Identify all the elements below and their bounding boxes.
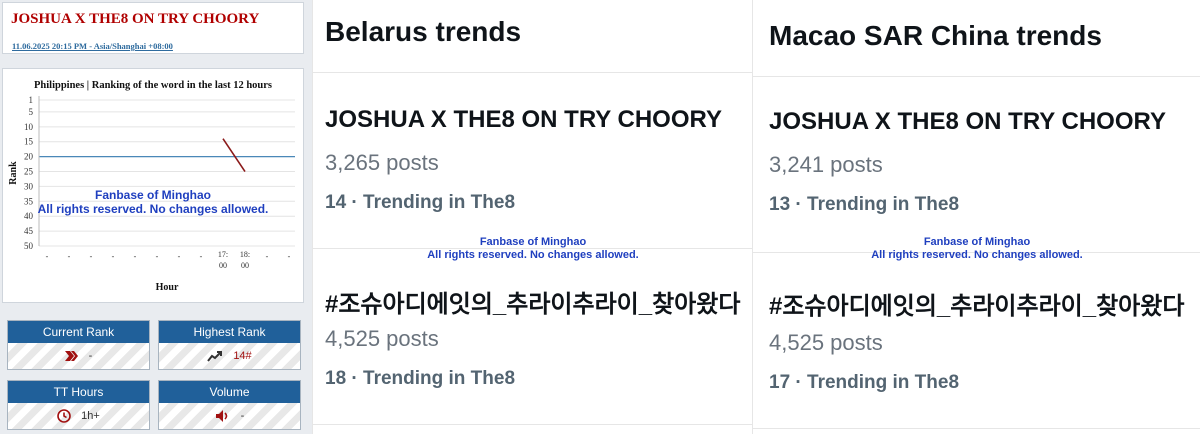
- x-axis-title: Hour: [156, 282, 179, 293]
- timestamp-link[interactable]: 11.06.2025 20:15 PM - Asia/Shanghai +08:…: [12, 41, 173, 51]
- x-tick-label: -: [178, 252, 181, 261]
- y-tick-label: 45: [24, 226, 34, 236]
- header-box: JOSHUA X THE8 ON TRY CHOORY 11.06.2025 2…: [2, 2, 304, 54]
- chart-title: Philippines | Ranking of the word in the…: [34, 80, 272, 91]
- chart-watermark: Fanbase of Minghao All rights reserved. …: [3, 188, 303, 216]
- current-rank-tile: Current Rank -: [7, 320, 150, 370]
- trend-meta: 17 · Trending in The8: [769, 372, 960, 393]
- divider: [313, 424, 752, 425]
- ranking-panel: JOSHUA X THE8 ON TRY CHOORY 11.06.2025 2…: [0, 0, 312, 434]
- x-tick-label: -: [156, 252, 159, 261]
- y-tick-label: 10: [24, 122, 34, 132]
- watermark-line1: Fanbase of Minghao: [923, 236, 1031, 248]
- trend-posts: 4,525 posts: [325, 326, 439, 351]
- tt-hours-label: TT Hours: [8, 381, 149, 403]
- current-rank-value: -: [88, 350, 93, 362]
- trend-title: JOSHUA X THE8 ON TRY CHOORY: [11, 11, 260, 27]
- macao-heading: Macao SAR China trends: [769, 20, 1102, 51]
- x-tick-label: -: [112, 252, 115, 261]
- y-axis-title: Rank: [8, 161, 19, 185]
- trend-name[interactable]: #조슈아디에잇의_추라이추라이_찾아왔다: [769, 286, 1184, 321]
- highest-rank-label: Highest Rank: [159, 321, 300, 343]
- x-tick-label: -: [46, 252, 49, 261]
- watermark: Fanbase of Minghao All rights reserved. …: [753, 236, 1200, 262]
- divider: [753, 428, 1200, 429]
- rank-chart: Philippines | Ranking of the word in the…: [2, 68, 304, 303]
- x-tick-label: -: [200, 252, 203, 261]
- trend-name[interactable]: JOSHUA X THE8 ON TRY CHOORY: [769, 108, 1166, 136]
- trend-meta: 14 · Trending in The8: [325, 192, 516, 213]
- y-tick-label: 1: [29, 95, 34, 105]
- x-tick-label: 18:: [240, 250, 250, 259]
- rank-chart-svg: Philippines | Ranking of the word in the…: [8, 80, 295, 293]
- speaker-icon: [215, 409, 231, 423]
- trend-posts: 4,525 posts: [769, 330, 883, 355]
- x-tick-label: -: [266, 252, 269, 261]
- watermark-line2: All rights reserved. No changes allowed.: [427, 249, 639, 261]
- trend-posts: 3,265 posts: [325, 150, 439, 175]
- watermark-line2: All rights reserved. No changes allowed.: [871, 249, 1083, 261]
- divider: [753, 76, 1200, 77]
- trend-posts: 3,241 posts: [769, 152, 883, 177]
- tt-hours-tile: TT Hours 1h+: [7, 380, 150, 430]
- trending-up-icon: [207, 350, 223, 362]
- current-rank-label: Current Rank: [8, 321, 149, 343]
- y-tick-label: 20: [24, 152, 34, 162]
- y-tick-label: 15: [24, 137, 34, 147]
- trend-meta: 13 · Trending in The8: [769, 194, 960, 215]
- highest-rank-value: 14#: [233, 350, 252, 362]
- chart-watermark-line1: Fanbase of Minghao: [94, 188, 211, 202]
- volume-label: Volume: [159, 381, 300, 403]
- trend-name[interactable]: JOSHUA X THE8 ON TRY CHOORY: [325, 106, 722, 134]
- belarus-trends-panel: Belarus trends JOSHUA X THE8 ON TRY CHOO…: [312, 0, 752, 434]
- y-tick-label: 50: [24, 241, 34, 251]
- tt-hours-value: 1h+: [81, 410, 100, 422]
- x-tick-label: -: [134, 252, 137, 261]
- clock-icon: [57, 409, 71, 423]
- belarus-heading: Belarus trends: [325, 16, 522, 47]
- macao-trends-panel: Macao SAR China trends JOSHUA X THE8 ON …: [752, 0, 1200, 434]
- chart-watermark-line2: All rights reserved. No changes allowed.: [37, 202, 269, 216]
- highest-rank-tile: Highest Rank 14#: [158, 320, 301, 370]
- x-tick-label: 00: [241, 261, 249, 270]
- volume-value: -: [240, 410, 245, 422]
- y-tick-label: 5: [29, 107, 34, 117]
- chevron-right-icon: [64, 350, 79, 362]
- volume-tile: Volume -: [158, 380, 301, 430]
- x-tick-label: -: [68, 252, 71, 261]
- divider: [313, 72, 752, 73]
- x-tick-label: 00: [219, 261, 227, 270]
- y-tick-label: 25: [24, 167, 34, 177]
- series-line: [222, 138, 246, 172]
- x-tick-label: -: [288, 252, 291, 261]
- watermark-line1: Fanbase of Minghao: [479, 236, 587, 248]
- x-tick-label: 17:: [218, 250, 228, 259]
- x-tick-label: -: [90, 252, 93, 261]
- trend-name[interactable]: #조슈아디에잇의_추라이추라이_찾아왔다: [325, 284, 740, 319]
- trend-meta: 18 · Trending in The8: [325, 368, 516, 389]
- watermark: Fanbase of Minghao All rights reserved. …: [313, 236, 752, 262]
